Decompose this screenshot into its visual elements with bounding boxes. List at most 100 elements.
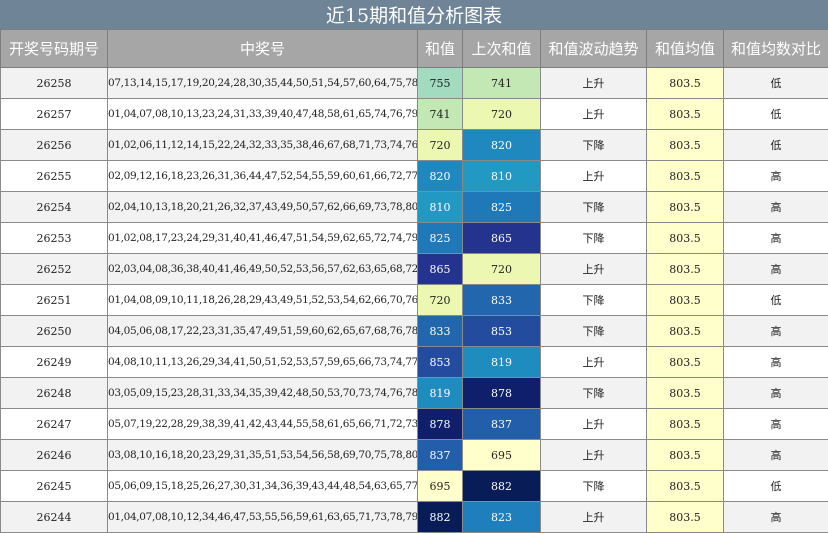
trend-cell: 下降 bbox=[541, 285, 647, 316]
numbers-cell: 01,04,08,09,10,11,18,26,28,29,43,49,51,5… bbox=[108, 285, 418, 316]
period-cell: 26248 bbox=[1, 378, 108, 409]
average-cell: 803.5 bbox=[647, 316, 724, 347]
compare-cell: 高 bbox=[724, 223, 828, 254]
sum-cell: 720 bbox=[418, 285, 463, 316]
sum-cell: 878 bbox=[418, 409, 463, 440]
average-cell: 803.5 bbox=[647, 254, 724, 285]
period-cell: 26258 bbox=[1, 68, 108, 99]
period-cell: 26251 bbox=[1, 285, 108, 316]
table-row: 2625402,04,10,13,18,20,21,26,32,37,43,49… bbox=[1, 192, 828, 223]
numbers-cell: 05,07,19,22,28,29,38,39,41,42,43,44,55,5… bbox=[108, 409, 418, 440]
prev-sum-cell: 882 bbox=[463, 471, 541, 502]
table-row: 2624803,05,09,15,23,28,31,33,34,35,39,42… bbox=[1, 378, 828, 409]
prev-sum-cell: 720 bbox=[463, 99, 541, 130]
period-cell: 26246 bbox=[1, 440, 108, 471]
table-row: 2625004,05,06,08,17,22,23,31,35,47,49,51… bbox=[1, 316, 828, 347]
period-cell: 26253 bbox=[1, 223, 108, 254]
header-average: 和值均值 bbox=[647, 30, 724, 68]
trend-cell: 上升 bbox=[541, 254, 647, 285]
period-cell: 26245 bbox=[1, 471, 108, 502]
numbers-cell: 03,05,09,15,23,28,31,33,34,35,39,42,48,5… bbox=[108, 378, 418, 409]
prev-sum-cell: 865 bbox=[463, 223, 541, 254]
table-row: 2624505,06,09,15,18,25,26,27,30,31,34,36… bbox=[1, 471, 828, 502]
numbers-cell: 02,04,10,13,18,20,21,26,32,37,43,49,50,5… bbox=[108, 192, 418, 223]
trend-cell: 上升 bbox=[541, 440, 647, 471]
trend-cell: 下降 bbox=[541, 378, 647, 409]
compare-cell: 高 bbox=[724, 378, 828, 409]
period-cell: 26255 bbox=[1, 161, 108, 192]
numbers-cell: 03,08,10,16,18,20,23,29,31,35,51,53,54,5… bbox=[108, 440, 418, 471]
sheet-title: 近15期和值分析图表 bbox=[0, 0, 828, 29]
table-row: 2625502,09,12,16,18,23,26,31,36,44,47,52… bbox=[1, 161, 828, 192]
header-compare: 和值均数对比 bbox=[724, 30, 828, 68]
average-cell: 803.5 bbox=[647, 285, 724, 316]
table-row: 2625301,02,08,17,23,24,29,31,40,41,46,47… bbox=[1, 223, 828, 254]
trend-cell: 下降 bbox=[541, 471, 647, 502]
average-cell: 803.5 bbox=[647, 502, 724, 533]
analysis-sheet: 近15期和值分析图表 开奖号码期号 中奖号 和值 上次和值 和值波动趋势 和值均… bbox=[0, 0, 828, 532]
period-cell: 26254 bbox=[1, 192, 108, 223]
compare-cell: 高 bbox=[724, 440, 828, 471]
sum-cell: 837 bbox=[418, 440, 463, 471]
prev-sum-cell: 695 bbox=[463, 440, 541, 471]
table-row: 2625202,03,04,08,36,38,40,41,46,49,50,52… bbox=[1, 254, 828, 285]
prev-sum-cell: 853 bbox=[463, 316, 541, 347]
compare-cell: 高 bbox=[724, 347, 828, 378]
trend-cell: 上升 bbox=[541, 68, 647, 99]
sum-cell: 695 bbox=[418, 471, 463, 502]
sum-cell: 720 bbox=[418, 130, 463, 161]
trend-cell: 上升 bbox=[541, 99, 647, 130]
period-cell: 26247 bbox=[1, 409, 108, 440]
sum-cell: 810 bbox=[418, 192, 463, 223]
header-row: 开奖号码期号 中奖号 和值 上次和值 和值波动趋势 和值均值 和值均数对比 bbox=[1, 30, 828, 68]
compare-cell: 低 bbox=[724, 285, 828, 316]
header-prev-sum: 上次和值 bbox=[463, 30, 541, 68]
sum-cell: 820 bbox=[418, 161, 463, 192]
compare-cell: 低 bbox=[724, 471, 828, 502]
prev-sum-cell: 825 bbox=[463, 192, 541, 223]
table-row: 2625101,04,08,09,10,11,18,26,28,29,43,49… bbox=[1, 285, 828, 316]
compare-cell: 低 bbox=[724, 99, 828, 130]
numbers-cell: 02,09,12,16,18,23,26,31,36,44,47,52,54,5… bbox=[108, 161, 418, 192]
trend-cell: 下降 bbox=[541, 316, 647, 347]
numbers-cell: 01,02,06,11,12,14,15,22,24,32,33,35,38,4… bbox=[108, 130, 418, 161]
numbers-cell: 01,02,08,17,23,24,29,31,40,41,46,47,51,5… bbox=[108, 223, 418, 254]
numbers-cell: 04,05,06,08,17,22,23,31,35,47,49,51,59,6… bbox=[108, 316, 418, 347]
numbers-cell: 01,04,07,08,10,12,34,46,47,53,55,56,59,6… bbox=[108, 502, 418, 533]
prev-sum-cell: 810 bbox=[463, 161, 541, 192]
table-row: 2624401,04,07,08,10,12,34,46,47,53,55,56… bbox=[1, 502, 828, 533]
numbers-cell: 01,04,07,08,10,13,23,24,31,33,39,40,47,4… bbox=[108, 99, 418, 130]
header-trend: 和值波动趋势 bbox=[541, 30, 647, 68]
header-numbers: 中奖号 bbox=[108, 30, 418, 68]
sum-cell: 741 bbox=[418, 99, 463, 130]
sum-cell: 825 bbox=[418, 223, 463, 254]
sum-cell: 882 bbox=[418, 502, 463, 533]
average-cell: 803.5 bbox=[647, 347, 724, 378]
prev-sum-cell: 820 bbox=[463, 130, 541, 161]
average-cell: 803.5 bbox=[647, 161, 724, 192]
period-cell: 26252 bbox=[1, 254, 108, 285]
average-cell: 803.5 bbox=[647, 192, 724, 223]
average-cell: 803.5 bbox=[647, 68, 724, 99]
trend-cell: 上升 bbox=[541, 347, 647, 378]
compare-cell: 高 bbox=[724, 192, 828, 223]
prev-sum-cell: 819 bbox=[463, 347, 541, 378]
numbers-cell: 04,08,10,11,13,26,29,34,41,50,51,52,53,5… bbox=[108, 347, 418, 378]
compare-cell: 高 bbox=[724, 502, 828, 533]
period-cell: 26256 bbox=[1, 130, 108, 161]
trend-cell: 上升 bbox=[541, 502, 647, 533]
period-cell: 26249 bbox=[1, 347, 108, 378]
trend-cell: 下降 bbox=[541, 130, 647, 161]
table-row: 2624904,08,10,11,13,26,29,34,41,50,51,52… bbox=[1, 347, 828, 378]
table-row: 2625807,13,14,15,17,19,20,24,28,30,35,44… bbox=[1, 68, 828, 99]
prev-sum-cell: 833 bbox=[463, 285, 541, 316]
compare-cell: 高 bbox=[724, 254, 828, 285]
average-cell: 803.5 bbox=[647, 130, 724, 161]
trend-cell: 下降 bbox=[541, 223, 647, 254]
prev-sum-cell: 741 bbox=[463, 68, 541, 99]
trend-cell: 上升 bbox=[541, 409, 647, 440]
prev-sum-cell: 837 bbox=[463, 409, 541, 440]
prev-sum-cell: 823 bbox=[463, 502, 541, 533]
average-cell: 803.5 bbox=[647, 471, 724, 502]
sum-cell: 819 bbox=[418, 378, 463, 409]
